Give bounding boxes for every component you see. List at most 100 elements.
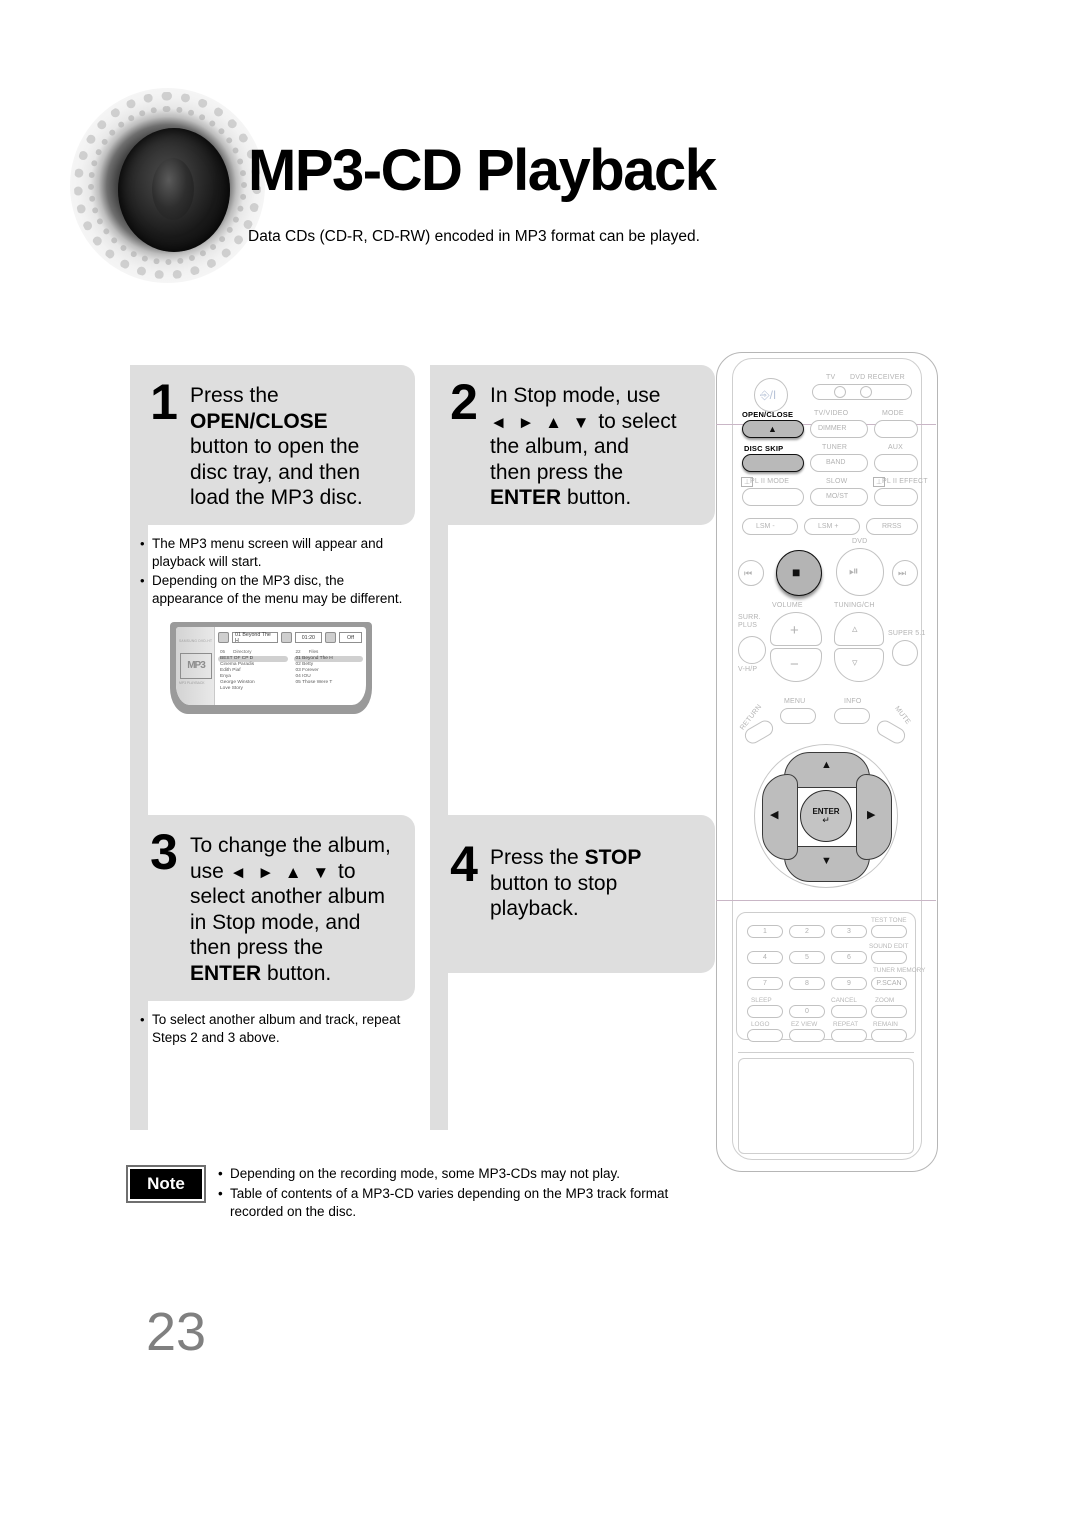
step-2-arrow-icons: ◄ ► ▲ ▼ — [490, 412, 593, 432]
enter-icon: ↵ — [822, 814, 830, 825]
tv-screen: SAMSUNG DVD-HT MP3 MP3 PLAYBACK 01 Beyon… — [176, 626, 366, 705]
zoom-button[interactable] — [871, 1005, 907, 1018]
step-3-number: 3 — [150, 824, 178, 880]
key-0[interactable]: 0 — [789, 1005, 825, 1018]
tuning-ch-label: TUNING/CH — [834, 602, 875, 609]
key-6[interactable]: 6 — [831, 951, 867, 964]
dpad-left-button[interactable] — [762, 774, 798, 860]
sound-edit-button[interactable] — [871, 951, 907, 964]
tv-directory-label: Directory — [233, 648, 252, 654]
band-label: BAND — [826, 459, 846, 466]
step-3-line5: in Stop mode, and — [190, 910, 361, 934]
tv-directory-header: 05 Directory — [218, 649, 288, 654]
note-block: Note Depending on the recording mode, so… — [130, 1165, 710, 1224]
key-8[interactable]: 8 — [789, 977, 825, 990]
right-arrow-icon: ▶ — [867, 809, 876, 821]
tv-files-header: 22 Files — [294, 649, 364, 654]
most-label: MO/ST — [826, 493, 849, 500]
key-3[interactable]: 3 — [831, 925, 867, 938]
test-tone-button[interactable] — [871, 925, 907, 938]
tv-selector-dot[interactable] — [834, 386, 846, 398]
step-3-line7: button. — [267, 962, 332, 986]
pl2-effect-label: PL II EFFECT — [882, 478, 928, 485]
tuner-label: TUNER — [822, 444, 848, 451]
key-2[interactable]: 2 — [789, 925, 825, 938]
tv-status-repeat: Off — [338, 632, 362, 644]
zoom-label: ZOOM — [875, 997, 895, 1004]
pscan-button[interactable]: P.SCAN — [871, 977, 907, 990]
step-1-line3: disc tray, and then — [190, 460, 361, 484]
step-column-3: 3 To change the album, use ◄ ► ▲ ▼ to se… — [130, 815, 415, 1130]
tv-directory-column: 05 Directory BEST OF CP D Cinema Paradis… — [218, 649, 288, 693]
key-9[interactable]: 9 — [831, 977, 867, 990]
slow-label: SLOW — [826, 478, 848, 485]
tv-video-label: TV/VIDEO — [814, 410, 849, 417]
cancel-button[interactable] — [831, 1005, 867, 1018]
navigation-dpad: ▲ ▼ ◀ ▶ ENTER ↵ — [754, 744, 898, 888]
tv-files-column: 22 Files 01 Beyond The H 02 Betty 03 For… — [293, 649, 364, 693]
step-4-line2: button to stop — [490, 871, 618, 895]
prologic-icon-left: ⊥ — [741, 477, 754, 487]
pl2-mode-button[interactable] — [742, 488, 804, 506]
aux-button[interactable] — [874, 454, 918, 472]
key-7[interactable]: 7 — [747, 977, 783, 990]
down-arrow-icon: ▼ — [821, 855, 832, 867]
note-list: Depending on the recording mode, some MP… — [218, 1165, 710, 1222]
power-icon: ⎆/I — [760, 388, 777, 402]
ez-view-label: EZ VIEW — [791, 1021, 818, 1028]
pl2-effect-button[interactable] — [874, 488, 918, 506]
tv-browser-columns: 05 Directory BEST OF CP D Cinema Paradis… — [218, 649, 363, 693]
page-header: MP3-CD Playback Data CDs (CD-R, CD-RW) e… — [0, 0, 1080, 300]
tv-files-count: 22 — [295, 648, 301, 654]
step-3-line4: select another album — [190, 885, 385, 909]
ez-view-button[interactable] — [789, 1029, 825, 1042]
repeat-button[interactable] — [831, 1029, 867, 1042]
key-4[interactable]: 4 — [747, 951, 783, 964]
menu-button[interactable] — [780, 708, 816, 724]
tv-brand-label: SAMSUNG DVD-HT — [179, 638, 213, 643]
info-button[interactable] — [834, 708, 870, 724]
step-column-4: 4 Press the STOP button to stop playback… — [430, 815, 715, 1130]
step-4-box: 4 Press the STOP button to stop playback… — [430, 815, 715, 973]
step-3-box: 3 To change the album, use ◄ ► ▲ ▼ to se… — [130, 815, 415, 1001]
minus-icon: − — [790, 656, 799, 673]
step-1-bold-openclose: OPEN/CLOSE — [190, 409, 328, 433]
dvd-selector-dot[interactable] — [860, 386, 872, 398]
step-3-line2: use — [190, 859, 224, 883]
aux-label: AUX — [888, 444, 903, 451]
step-3-line3: to — [338, 859, 356, 883]
sleep-button[interactable] — [747, 1005, 783, 1018]
tv-status-track: 01 Beyond The H — [232, 632, 278, 644]
step-3-bullets: To select another album and track, repea… — [130, 1001, 415, 1047]
lsm-plus-label: LSM + — [818, 523, 839, 530]
tv-screen-illustration: SAMSUNG DVD-HT MP3 MP3 PLAYBACK 01 Beyon… — [170, 621, 372, 726]
vhp-label: V-H/P — [738, 666, 758, 673]
super51-button[interactable] — [892, 640, 918, 666]
repeat-icon — [324, 632, 336, 644]
step-2-line3: the album, and — [490, 435, 629, 459]
play-pause-button[interactable] — [836, 548, 884, 596]
tv-file-item[interactable]: 05 Those Were T — [294, 680, 364, 686]
mode-button[interactable] — [874, 420, 918, 438]
tv-directory-item[interactable]: Love Story — [218, 686, 288, 692]
remain-button[interactable] — [871, 1029, 907, 1042]
step-4-number: 4 — [450, 836, 478, 892]
note-item: Table of contents of a MP3-CD varies dep… — [218, 1185, 710, 1221]
tv-footer-label: MP3 PLAYBACK — [179, 680, 205, 685]
logo-button[interactable] — [747, 1029, 783, 1042]
disc-skip-button[interactable] — [742, 454, 804, 472]
surr-plus-button[interactable] — [738, 636, 766, 664]
dvd-receiver-mode-label: DVD RECEIVER — [850, 374, 905, 381]
menu-label: MENU — [784, 698, 806, 705]
step-4-text: Press the STOP button to stop playback. — [490, 841, 641, 922]
enter-button[interactable]: ENTER ↵ — [800, 790, 852, 842]
step-4-line3: playback. — [490, 897, 579, 921]
key-1[interactable]: 1 — [747, 925, 783, 938]
key-5[interactable]: 5 — [789, 951, 825, 964]
info-label: INFO — [844, 698, 862, 705]
up-arrow-icon: ▲ — [821, 759, 832, 771]
step-3-bold-enter: ENTER — [190, 962, 262, 986]
step-column-1: 1 Press the OPEN/CLOSE button to open th… — [130, 365, 415, 1125]
tuner-memory-label: TUNER MEMORY — [873, 967, 926, 974]
note-item: Depending on the recording mode, some MP… — [218, 1165, 710, 1183]
